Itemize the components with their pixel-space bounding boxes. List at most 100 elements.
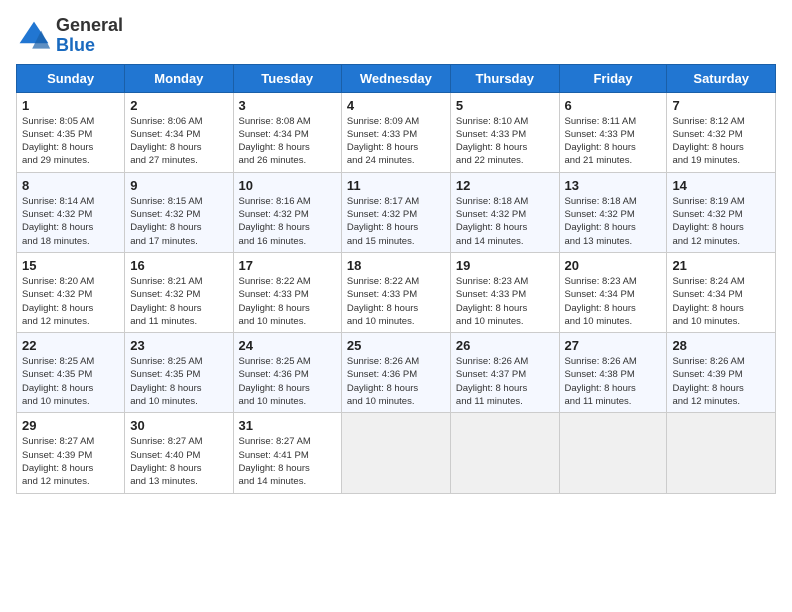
dow-header: Tuesday: [233, 64, 341, 92]
dow-header: Wednesday: [341, 64, 450, 92]
calendar-day-cell: 20 Sunrise: 8:23 AMSunset: 4:34 PMDayligh…: [559, 252, 667, 332]
day-info: Sunrise: 8:26 AMSunset: 4:36 PMDaylight:…: [347, 355, 445, 408]
day-number: 13: [565, 178, 662, 193]
day-number: 14: [672, 178, 770, 193]
day-info: Sunrise: 8:27 AMSunset: 4:41 PMDaylight:…: [239, 435, 336, 488]
calendar-day-cell: 30 Sunrise: 8:27 AMSunset: 4:40 PMDayligh…: [125, 413, 233, 493]
day-info: Sunrise: 8:06 AMSunset: 4:34 PMDaylight:…: [130, 115, 227, 168]
day-info: Sunrise: 8:23 AMSunset: 4:33 PMDaylight:…: [456, 275, 554, 328]
calendar-day-cell: 6 Sunrise: 8:11 AMSunset: 4:33 PMDaylight…: [559, 92, 667, 172]
day-number: 7: [672, 98, 770, 113]
day-info: Sunrise: 8:24 AMSunset: 4:34 PMDaylight:…: [672, 275, 770, 328]
day-info: Sunrise: 8:22 AMSunset: 4:33 PMDaylight:…: [239, 275, 336, 328]
day-number: 19: [456, 258, 554, 273]
day-info: Sunrise: 8:27 AMSunset: 4:39 PMDaylight:…: [22, 435, 119, 488]
logo-icon: [16, 18, 52, 54]
calendar-day-cell: 25 Sunrise: 8:26 AMSunset: 4:36 PMDayligh…: [341, 333, 450, 413]
calendar-day-cell: 4 Sunrise: 8:09 AMSunset: 4:33 PMDaylight…: [341, 92, 450, 172]
day-number: 30: [130, 418, 227, 433]
calendar-day-cell: 27Sunrise: 8:26 AMSunset: 4:38 PMDayligh…: [559, 333, 667, 413]
calendar-day-cell: 10 Sunrise: 8:16 AMSunset: 4:32 PMDayligh…: [233, 172, 341, 252]
dow-header: Saturday: [667, 64, 776, 92]
dow-header: Monday: [125, 64, 233, 92]
day-number: 1: [22, 98, 119, 113]
day-info: Sunrise: 8:09 AMSunset: 4:33 PMDaylight:…: [347, 115, 445, 168]
calendar-day-cell: 3Sunrise: 8:08 AMSunset: 4:34 PMDaylight…: [233, 92, 341, 172]
day-number: 21: [672, 258, 770, 273]
day-number: 25: [347, 338, 445, 353]
calendar-day-cell: 16 Sunrise: 8:21 AMSunset: 4:32 PMDayligh…: [125, 252, 233, 332]
day-number: 9: [130, 178, 227, 193]
calendar-day-cell: 28 Sunrise: 8:26 AMSunset: 4:39 PMDayligh…: [667, 333, 776, 413]
day-number: 24: [239, 338, 336, 353]
day-number: 29: [22, 418, 119, 433]
calendar-day-cell: 23Sunrise: 8:25 AMSunset: 4:35 PMDayligh…: [125, 333, 233, 413]
day-info: Sunrise: 8:11 AMSunset: 4:33 PMDaylight:…: [565, 115, 662, 168]
calendar-day-cell: 2 Sunrise: 8:06 AMSunset: 4:34 PMDaylight…: [125, 92, 233, 172]
days-of-week-row: SundayMondayTuesdayWednesdayThursdayFrid…: [17, 64, 776, 92]
day-number: 8: [22, 178, 119, 193]
day-info: Sunrise: 8:05 AMSunset: 4:35 PMDaylight:…: [22, 115, 119, 168]
calendar-day-cell: 11 Sunrise: 8:17 AMSunset: 4:32 PMDayligh…: [341, 172, 450, 252]
calendar-day-cell: 13 Sunrise: 8:18 AMSunset: 4:32 PMDayligh…: [559, 172, 667, 252]
day-info: Sunrise: 8:20 AMSunset: 4:32 PMDaylight:…: [22, 275, 119, 328]
day-number: 10: [239, 178, 336, 193]
logo-text: GeneralBlue: [56, 16, 123, 56]
day-number: 26: [456, 338, 554, 353]
day-number: 11: [347, 178, 445, 193]
day-number: 2: [130, 98, 227, 113]
calendar-week-row: 1 Sunrise: 8:05 AMSunset: 4:35 PMDaylight…: [17, 92, 776, 172]
day-info: Sunrise: 8:17 AMSunset: 4:32 PMDaylight:…: [347, 195, 445, 248]
day-info: Sunrise: 8:12 AMSunset: 4:32 PMDaylight:…: [672, 115, 770, 168]
day-number: 28: [672, 338, 770, 353]
day-info: Sunrise: 8:26 AMSunset: 4:39 PMDaylight:…: [672, 355, 770, 408]
calendar-week-row: 8 Sunrise: 8:14 AMSunset: 4:32 PMDaylight…: [17, 172, 776, 252]
page-header: GeneralBlue: [16, 16, 776, 56]
day-number: 23: [130, 338, 227, 353]
day-info: Sunrise: 8:18 AMSunset: 4:32 PMDaylight:…: [565, 195, 662, 248]
calendar-body: 1 Sunrise: 8:05 AMSunset: 4:35 PMDaylight…: [17, 92, 776, 493]
calendar-day-cell: 26Sunrise: 8:26 AMSunset: 4:37 PMDayligh…: [450, 333, 559, 413]
day-number: 18: [347, 258, 445, 273]
logo: GeneralBlue: [16, 16, 123, 56]
dow-header: Friday: [559, 64, 667, 92]
day-number: 27: [565, 338, 662, 353]
day-number: 12: [456, 178, 554, 193]
day-number: 16: [130, 258, 227, 273]
calendar-day-cell: 22Sunrise: 8:25 AMSunset: 4:35 PMDayligh…: [17, 333, 125, 413]
calendar-day-cell: 1 Sunrise: 8:05 AMSunset: 4:35 PMDaylight…: [17, 92, 125, 172]
dow-header: Sunday: [17, 64, 125, 92]
calendar-day-cell: 7 Sunrise: 8:12 AMSunset: 4:32 PMDaylight…: [667, 92, 776, 172]
day-number: 22: [22, 338, 119, 353]
day-info: Sunrise: 8:14 AMSunset: 4:32 PMDaylight:…: [22, 195, 119, 248]
calendar-day-cell: 14 Sunrise: 8:19 AMSunset: 4:32 PMDayligh…: [667, 172, 776, 252]
calendar-day-cell: 19 Sunrise: 8:23 AMSunset: 4:33 PMDayligh…: [450, 252, 559, 332]
day-info: Sunrise: 8:16 AMSunset: 4:32 PMDaylight:…: [239, 195, 336, 248]
day-info: Sunrise: 8:25 AMSunset: 4:36 PMDaylight:…: [239, 355, 336, 408]
day-info: Sunrise: 8:18 AMSunset: 4:32 PMDaylight:…: [456, 195, 554, 248]
day-number: 6: [565, 98, 662, 113]
calendar-day-cell: 8 Sunrise: 8:14 AMSunset: 4:32 PMDaylight…: [17, 172, 125, 252]
day-number: 3: [239, 98, 336, 113]
day-info: Sunrise: 8:10 AMSunset: 4:33 PMDaylight:…: [456, 115, 554, 168]
calendar-day-cell: 12 Sunrise: 8:18 AMSunset: 4:32 PMDayligh…: [450, 172, 559, 252]
calendar-day-cell: 29 Sunrise: 8:27 AMSunset: 4:39 PMDayligh…: [17, 413, 125, 493]
day-info: Sunrise: 8:22 AMSunset: 4:33 PMDaylight:…: [347, 275, 445, 328]
calendar-day-cell: 5 Sunrise: 8:10 AMSunset: 4:33 PMDaylight…: [450, 92, 559, 172]
day-number: 5: [456, 98, 554, 113]
calendar-day-cell: [559, 413, 667, 493]
day-info: Sunrise: 8:23 AMSunset: 4:34 PMDaylight:…: [565, 275, 662, 328]
calendar-day-cell: 17Sunrise: 8:22 AMSunset: 4:33 PMDayligh…: [233, 252, 341, 332]
day-number: 20: [565, 258, 662, 273]
day-info: Sunrise: 8:27 AMSunset: 4:40 PMDaylight:…: [130, 435, 227, 488]
day-number: 15: [22, 258, 119, 273]
day-info: Sunrise: 8:21 AMSunset: 4:32 PMDaylight:…: [130, 275, 227, 328]
calendar-day-cell: [667, 413, 776, 493]
calendar-week-row: 29 Sunrise: 8:27 AMSunset: 4:39 PMDayligh…: [17, 413, 776, 493]
day-number: 4: [347, 98, 445, 113]
calendar-day-cell: 21 Sunrise: 8:24 AMSunset: 4:34 PMDayligh…: [667, 252, 776, 332]
calendar-day-cell: [450, 413, 559, 493]
day-info: Sunrise: 8:19 AMSunset: 4:32 PMDaylight:…: [672, 195, 770, 248]
calendar-table: SundayMondayTuesdayWednesdayThursdayFrid…: [16, 64, 776, 494]
calendar-day-cell: 9Sunrise: 8:15 AMSunset: 4:32 PMDaylight…: [125, 172, 233, 252]
